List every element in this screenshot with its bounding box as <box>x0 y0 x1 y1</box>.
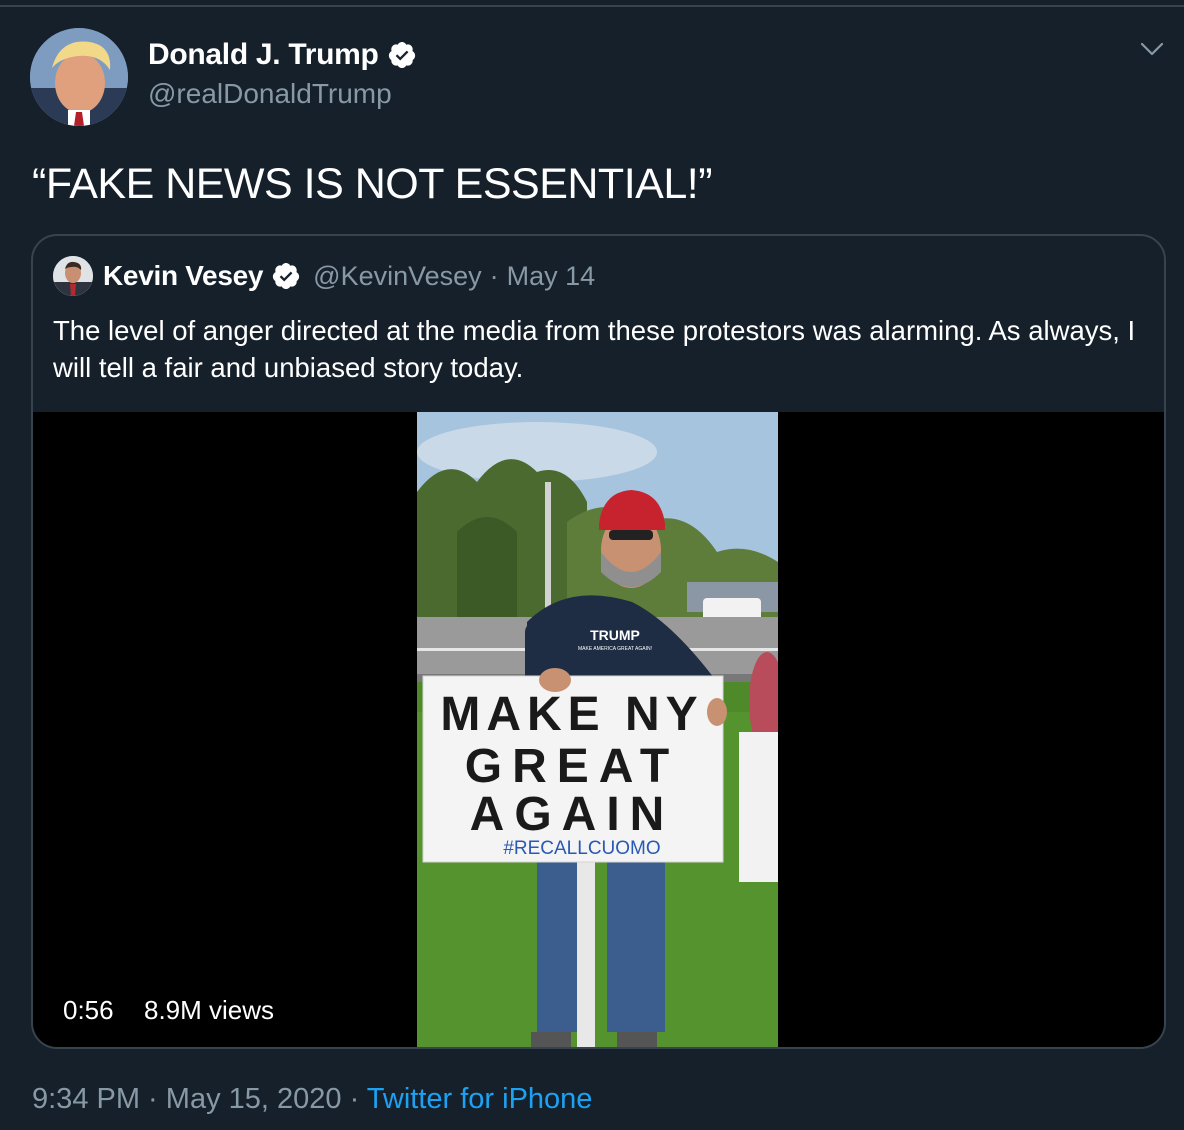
sign-hashtag: #RECALLCUOMO <box>503 838 660 859</box>
shirt-subtext: MAKE AMERICA GREAT AGAIN! <box>578 646 652 652</box>
video-duration: 0:56 <box>63 995 114 1025</box>
quoted-separator: · <box>489 260 499 291</box>
quoted-text: The level of anger directed at the media… <box>53 315 1136 383</box>
quoted-avatar[interactable] <box>53 256 93 296</box>
quoted-display-name[interactable]: Kevin Vesey <box>103 260 263 292</box>
author-handle[interactable]: @realDonaldTrump <box>148 78 392 110</box>
quoted-handle[interactable]: @KevinVesey <box>313 261 482 292</box>
tweet-source-link[interactable]: Twitter for iPhone <box>367 1083 593 1115</box>
meta-separator: · <box>341 1083 367 1115</box>
video-view-count: 8.9M views <box>144 995 275 1025</box>
chevron-down-icon[interactable] <box>1138 36 1166 62</box>
meta-separator: · <box>140 1083 166 1115</box>
author-avatar[interactable] <box>30 28 128 126</box>
verified-badge-icon <box>387 40 417 70</box>
verified-badge-icon <box>271 261 301 291</box>
tweet-date[interactable]: May 15, 2020 <box>166 1083 342 1115</box>
tweet-meta: 9:34 PM · May 15, 2020 · Twitter for iPh… <box>32 1083 592 1116</box>
author-name-row: Donald J. Trump <box>148 38 417 72</box>
video-frame: TRUMP MAKE AMERICA GREAT AGAIN! MAKE NY … <box>417 412 778 1047</box>
shirt-text: TRUMP <box>590 627 640 643</box>
tweet: Donald J. Trump @realDonaldTrump “FAKE N… <box>0 0 1184 1130</box>
quoted-date[interactable]: May 14 <box>507 261 596 292</box>
sign-line-2: GREAT <box>465 740 679 793</box>
tweet-text: “FAKE NEWS IS NOT ESSENTIAL!” <box>32 160 713 208</box>
sign-line-3: AGAIN <box>470 788 675 841</box>
video-player[interactable]: TRUMP MAKE AMERICA GREAT AGAIN! MAKE NY … <box>33 412 1164 1047</box>
quoted-header: Kevin Vesey @KevinVesey · May 14 <box>103 260 595 292</box>
author-display-name[interactable]: Donald J. Trump <box>148 38 379 72</box>
tweet-time[interactable]: 9:34 PM <box>32 1083 140 1115</box>
sign-line-1: MAKE NY <box>440 688 703 741</box>
quoted-tweet[interactable]: Kevin Vesey @KevinVesey · May 14 The lev… <box>31 234 1166 1049</box>
